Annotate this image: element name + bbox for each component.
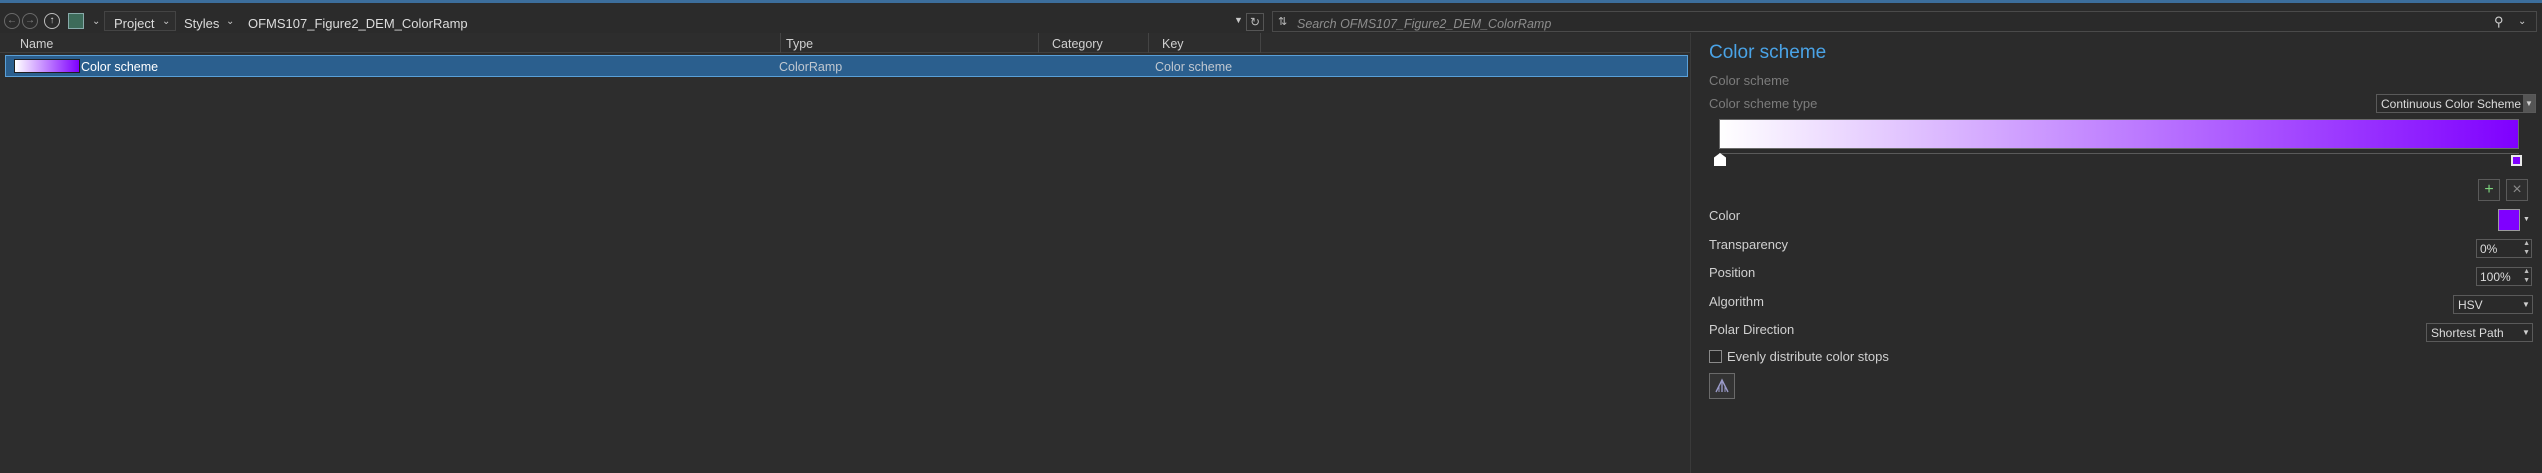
position-label: Position xyxy=(1709,265,1756,280)
algorithm-label: Algorithm xyxy=(1709,294,1764,309)
distribute-icon xyxy=(1715,378,1729,393)
catalog-toolbar: ← → ↑ ⌄ Project ⌄ Styles ⌄ OFMS107_Figur… xyxy=(0,5,2542,35)
sort-icon[interactable]: ⇅ xyxy=(1278,15,1287,28)
column-divider[interactable] xyxy=(780,33,781,53)
column-header-name[interactable]: Name xyxy=(20,37,53,51)
scheme-name-label: Color scheme xyxy=(1709,73,1790,88)
color-scheme-editor: Color scheme Color scheme Color scheme t… xyxy=(1690,33,2542,473)
stepper-arrows-icon[interactable]: ▲ ▼ xyxy=(2523,267,2530,285)
chevron-down-icon[interactable]: ⌄ xyxy=(226,16,234,27)
evenly-distribute-checkbox[interactable] xyxy=(1709,350,1722,363)
chevron-down-icon: ▼ xyxy=(2523,95,2535,112)
stepper-arrows-icon[interactable]: ▲ ▼ xyxy=(2523,239,2530,257)
column-header-category[interactable]: Category xyxy=(1052,37,1103,51)
row-name: Color scheme xyxy=(81,60,159,74)
color-label: Color xyxy=(1709,208,1741,223)
list-header: Name Type Category Key xyxy=(0,33,1690,53)
history-dropdown-icon[interactable]: ▼ xyxy=(1234,15,1243,25)
search-placeholder: Search OFMS107_Figure2_DEM_ColorRamp xyxy=(1297,17,1552,31)
column-header-key[interactable]: Key xyxy=(1162,37,1184,51)
polar-direction-select[interactable]: Shortest Path ▼ xyxy=(2426,323,2533,342)
remove-stop-button[interactable]: × xyxy=(2506,179,2528,201)
breadcrumb-current-label[interactable]: OFMS107_Figure2_DEM_ColorRamp xyxy=(248,16,468,31)
add-stop-button[interactable]: + xyxy=(2478,179,2500,201)
chevron-down-icon[interactable]: ⌄ xyxy=(92,16,100,27)
row-type: ColorRamp xyxy=(779,60,843,74)
style-catalog-icon[interactable] xyxy=(68,13,84,29)
scheme-type-select[interactable]: Continuous Color Scheme ▼ xyxy=(2376,94,2536,113)
color-stop-track[interactable] xyxy=(1719,153,2519,154)
column-divider[interactable] xyxy=(1038,33,1039,53)
pane-title: Color scheme xyxy=(1709,42,1827,63)
color-stop-end[interactable] xyxy=(2511,155,2522,166)
back-arrow-icon[interactable]: ← xyxy=(4,13,20,29)
breadcrumb-styles-label[interactable]: Styles xyxy=(184,16,219,31)
transparency-label: Transparency xyxy=(1709,237,1788,252)
polar-direction-label: Polar Direction xyxy=(1709,322,1795,337)
window-top-border xyxy=(0,0,2542,3)
chevron-down-icon[interactable]: ⌄ xyxy=(162,16,170,27)
algorithm-select[interactable]: HSV ▼ xyxy=(2453,295,2533,314)
position-stepper[interactable]: 100% ▲ ▼ xyxy=(2476,267,2532,286)
style-item-list: Name Type Category Key Color scheme Colo… xyxy=(0,33,1690,473)
refresh-icon[interactable]: ↻ xyxy=(1246,13,1264,31)
forward-arrow-icon[interactable]: → xyxy=(22,13,38,29)
chevron-down-icon: ▼ xyxy=(2522,300,2530,309)
evenly-distribute-label[interactable]: Evenly distribute color stops xyxy=(1727,349,1889,364)
stop-color-swatch[interactable] xyxy=(2498,209,2520,231)
transparency-value: 0% xyxy=(2480,242,2498,256)
position-value: 100% xyxy=(2480,270,2511,284)
breadcrumb-project-label: Project xyxy=(114,16,155,31)
color-ramp-bar[interactable] xyxy=(1719,119,2519,149)
up-arrow-icon[interactable]: ↑ xyxy=(44,13,60,29)
polar-direction-value: Shortest Path xyxy=(2431,326,2504,340)
column-divider[interactable] xyxy=(1260,33,1261,53)
color-ramp-preview xyxy=(14,59,80,73)
search-icon[interactable]: ⚲ xyxy=(2494,14,2504,30)
transparency-stepper[interactable]: 0% ▲ ▼ xyxy=(2476,239,2532,258)
scheme-type-label: Color scheme type xyxy=(1709,96,1818,111)
chevron-down-icon[interactable]: ▼ xyxy=(2523,216,2530,223)
column-header-type[interactable]: Type xyxy=(786,37,813,51)
column-divider[interactable] xyxy=(1148,33,1149,53)
row-key: Color scheme xyxy=(1155,60,1233,74)
chevron-down-icon[interactable]: ⌄ xyxy=(2518,16,2526,27)
distribute-stops-button[interactable] xyxy=(1709,373,1735,399)
color-stop-start[interactable] xyxy=(1714,153,1726,166)
chevron-down-icon: ▼ xyxy=(2522,328,2530,337)
table-row[interactable]: Color scheme ColorRamp Color scheme xyxy=(5,55,1688,77)
scheme-type-value: Continuous Color Scheme xyxy=(2381,97,2522,111)
algorithm-value: HSV xyxy=(2458,298,2483,312)
